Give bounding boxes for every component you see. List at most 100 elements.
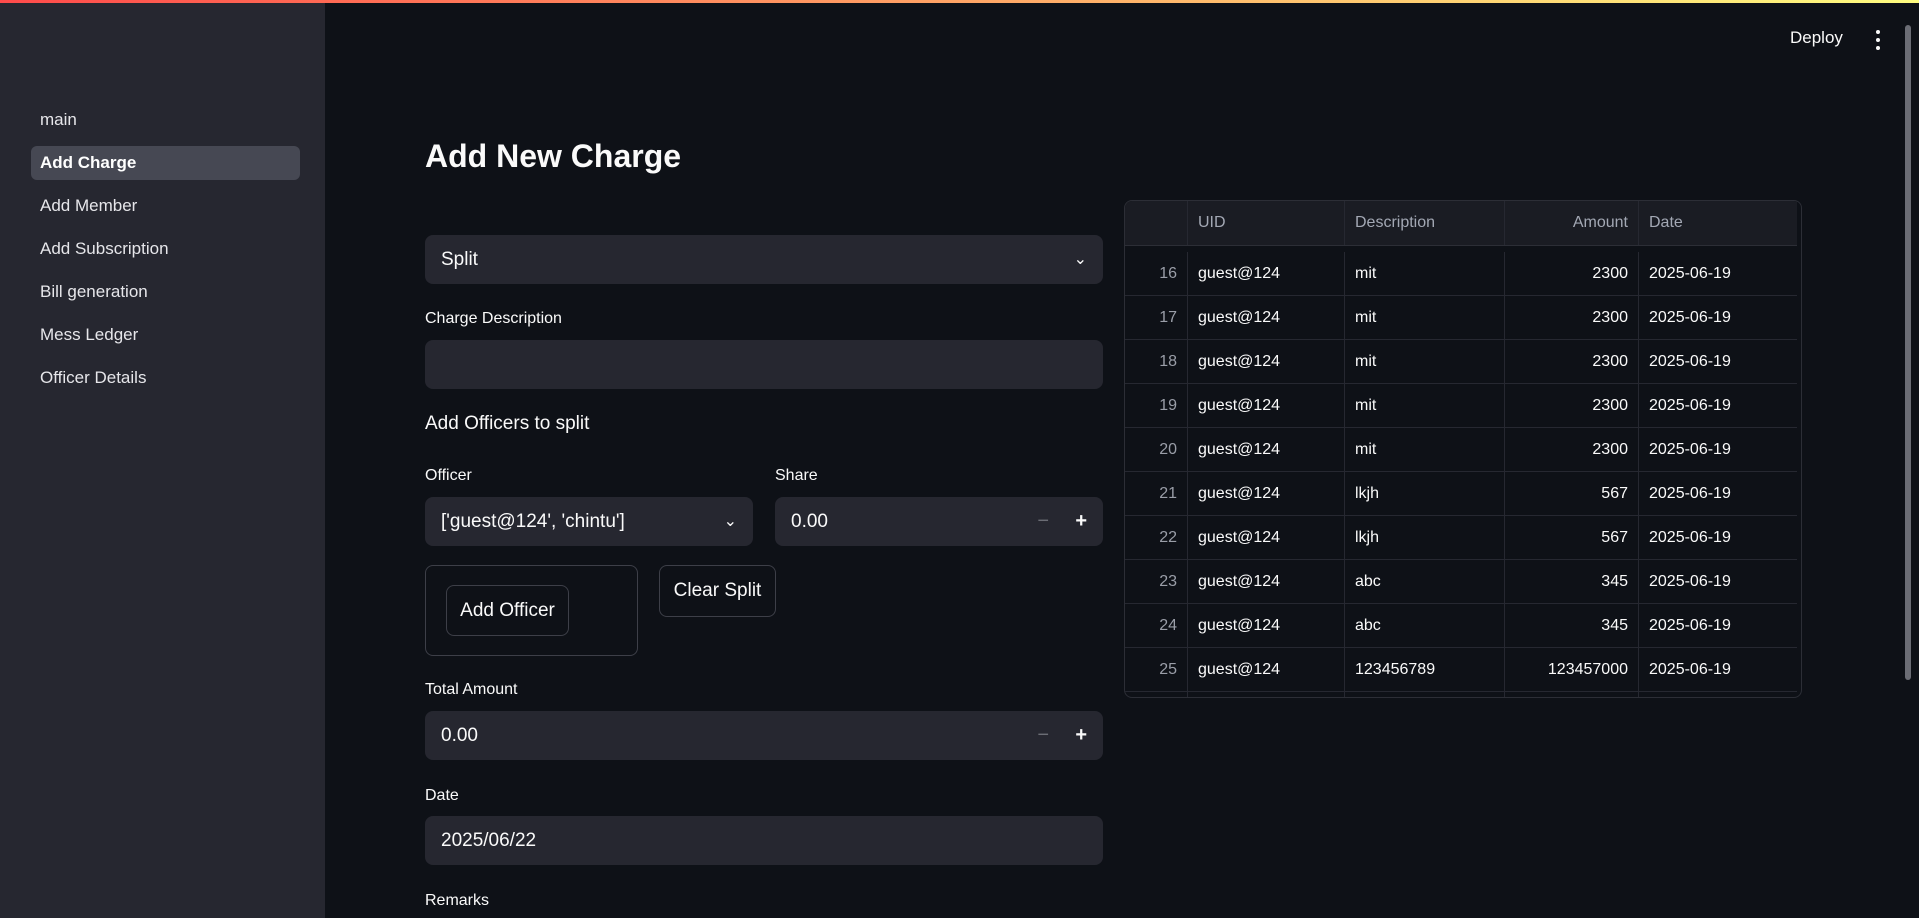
table-cell: 20	[1125, 428, 1188, 471]
total-amount-label: Total Amount	[425, 681, 518, 698]
table-row[interactable]: 19 guest@124 mit 2300 2025-06-19	[1125, 384, 1797, 428]
table-row[interactable]: 16 guest@124 mit 2300 2025-06-19	[1125, 252, 1797, 296]
column-header[interactable]: Description	[1345, 201, 1505, 245]
table-cell: 2025-06-19	[1649, 661, 1731, 678]
table-cell: lkjh	[1345, 516, 1505, 559]
total-amount-input[interactable]: 0.00 − +	[425, 711, 1103, 760]
share-input[interactable]: 0.00 − +	[775, 497, 1103, 546]
sidebar-item-add-subscription[interactable]: Add Subscription	[31, 232, 300, 266]
table-cell: guest@124	[1188, 252, 1345, 295]
page-title: Add New Charge	[425, 138, 682, 174]
table-cell: 2025-06-19	[1649, 441, 1731, 458]
table-cell: mit	[1345, 384, 1505, 427]
table-row[interactable]: 24 guest@124 abc 345 2025-06-19	[1125, 604, 1797, 648]
table-cell: 2025-06-19	[1649, 397, 1731, 414]
table-cell: guest@124	[1188, 472, 1345, 515]
remarks-label: Remarks	[425, 892, 490, 909]
column-header[interactable]: Amount	[1505, 201, 1639, 245]
table-row[interactable]: 17 guest@124 mit 2300 2025-06-19	[1125, 296, 1797, 340]
table-cell: guest@124	[1188, 428, 1345, 471]
table-cell: 2025-06-19	[1649, 353, 1731, 370]
table-cell: guest@124	[1188, 296, 1345, 339]
table-cell: guest@124	[1188, 384, 1345, 427]
deploy-button[interactable]: Deploy	[1790, 28, 1843, 48]
table-row[interactable]: 25 guest@124 123456789 123457000 2025-06-19	[1125, 648, 1797, 692]
sidebar-item-officer-details[interactable]: Officer Details	[31, 361, 300, 395]
charge-description-label: Charge Description	[425, 310, 562, 327]
table-row[interactable]: 21 guest@124 lkjh 567 2025-06-19	[1125, 472, 1797, 516]
table-cell: 2025-06-19	[1649, 265, 1731, 282]
table-cell: 567	[1505, 516, 1639, 559]
table-cell: 2025-06-19	[1649, 309, 1731, 326]
table-cell: 2025-06-19	[1649, 485, 1731, 502]
table-row[interactable]	[1125, 692, 1797, 697]
table-cell: 16	[1125, 252, 1188, 295]
table-row[interactable]: 18 guest@124 mit 2300 2025-06-19	[1125, 340, 1797, 384]
table-cell: 21	[1125, 472, 1188, 515]
table-cell: guest@124	[1188, 604, 1345, 647]
table-cell	[1188, 692, 1345, 697]
charge-description-input[interactable]	[425, 340, 1103, 389]
table-cell: 22	[1125, 516, 1188, 559]
column-header[interactable]: UID	[1188, 201, 1345, 245]
table-cell	[1125, 692, 1188, 697]
table-cell: mit	[1345, 296, 1505, 339]
table-cell: abc	[1345, 604, 1505, 647]
table-cell: 2025-06-19	[1649, 573, 1731, 590]
kebab-vertical-icon[interactable]	[1868, 28, 1888, 52]
table-cell: 2025-06-19	[1649, 617, 1731, 634]
charge-type-value: Split	[441, 249, 478, 270]
table-cell	[1505, 692, 1639, 697]
table-cell: 2300	[1505, 296, 1639, 339]
table-row[interactable]: 23 guest@124 abc 345 2025-06-19	[1125, 560, 1797, 604]
table-cell: 24	[1125, 604, 1188, 647]
table-cell	[1639, 692, 1797, 697]
sidebar-item-bill-generation[interactable]: Bill generation	[31, 275, 300, 309]
officer-select[interactable]: ['guest@124', 'chintu'] ⌄	[425, 497, 753, 546]
table-cell: 567	[1505, 472, 1639, 515]
charges-table[interactable]: UID Description Amount Date 16 guest@124 mit 23…	[1124, 200, 1802, 698]
total-amount-value: 0.00	[441, 725, 478, 746]
table-cell: 19	[1125, 384, 1188, 427]
table-cell: guest@124	[1188, 560, 1345, 603]
charge-type-select[interactable]: Split ⌄	[425, 235, 1103, 284]
table-cell: 123457000	[1505, 648, 1639, 691]
table-cell: 2300	[1505, 252, 1639, 295]
page-scrollbar[interactable]	[1905, 25, 1911, 680]
decrement-button[interactable]: −	[1037, 497, 1049, 546]
table-cell: mit	[1345, 340, 1505, 383]
table-row[interactable]: 20 guest@124 mit 2300 2025-06-19	[1125, 428, 1797, 472]
table-cell: lkjh	[1345, 472, 1505, 515]
increment-button[interactable]: +	[1075, 711, 1087, 760]
chevron-down-icon: ⌄	[723, 513, 737, 530]
split-heading: Add Officers to split	[425, 413, 590, 434]
table-cell: 18	[1125, 340, 1188, 383]
table-cell: 2300	[1505, 384, 1639, 427]
table-cell: 345	[1505, 604, 1639, 647]
table-cell	[1345, 692, 1505, 697]
sidebar-item-add-member[interactable]: Add Member	[31, 189, 300, 223]
chevron-down-icon: ⌄	[1073, 251, 1087, 268]
officer-value: ['guest@124', 'chintu']	[441, 511, 625, 532]
table-header-row: UID Description Amount Date	[1125, 201, 1797, 246]
sidebar-item-main[interactable]: main	[31, 103, 300, 137]
sidebar-item-mess-ledger[interactable]: Mess Ledger	[31, 318, 300, 352]
column-header[interactable]	[1125, 201, 1188, 245]
share-value: 0.00	[791, 511, 828, 532]
clear-split-button[interactable]: Clear Split	[659, 565, 776, 617]
increment-button[interactable]: +	[1075, 497, 1087, 546]
table-cell: 123456789	[1345, 648, 1505, 691]
table-cell: mit	[1345, 428, 1505, 471]
date-input[interactable]: 2025/06/22	[425, 816, 1103, 865]
add-officer-button[interactable]: Add Officer	[446, 585, 569, 636]
table-cell: guest@124	[1188, 648, 1345, 691]
sidebar-item-add-charge[interactable]: Add Charge	[31, 146, 300, 180]
table-cell: 2025-06-19	[1649, 529, 1731, 546]
table-cell: 345	[1505, 560, 1639, 603]
table-cell: guest@124	[1188, 340, 1345, 383]
column-header[interactable]: Date	[1639, 201, 1797, 245]
decrement-button[interactable]: −	[1037, 711, 1049, 760]
table-cell: guest@124	[1188, 516, 1345, 559]
table-row[interactable]: 22 guest@124 lkjh 567 2025-06-19	[1125, 516, 1797, 560]
date-label: Date	[425, 787, 459, 804]
